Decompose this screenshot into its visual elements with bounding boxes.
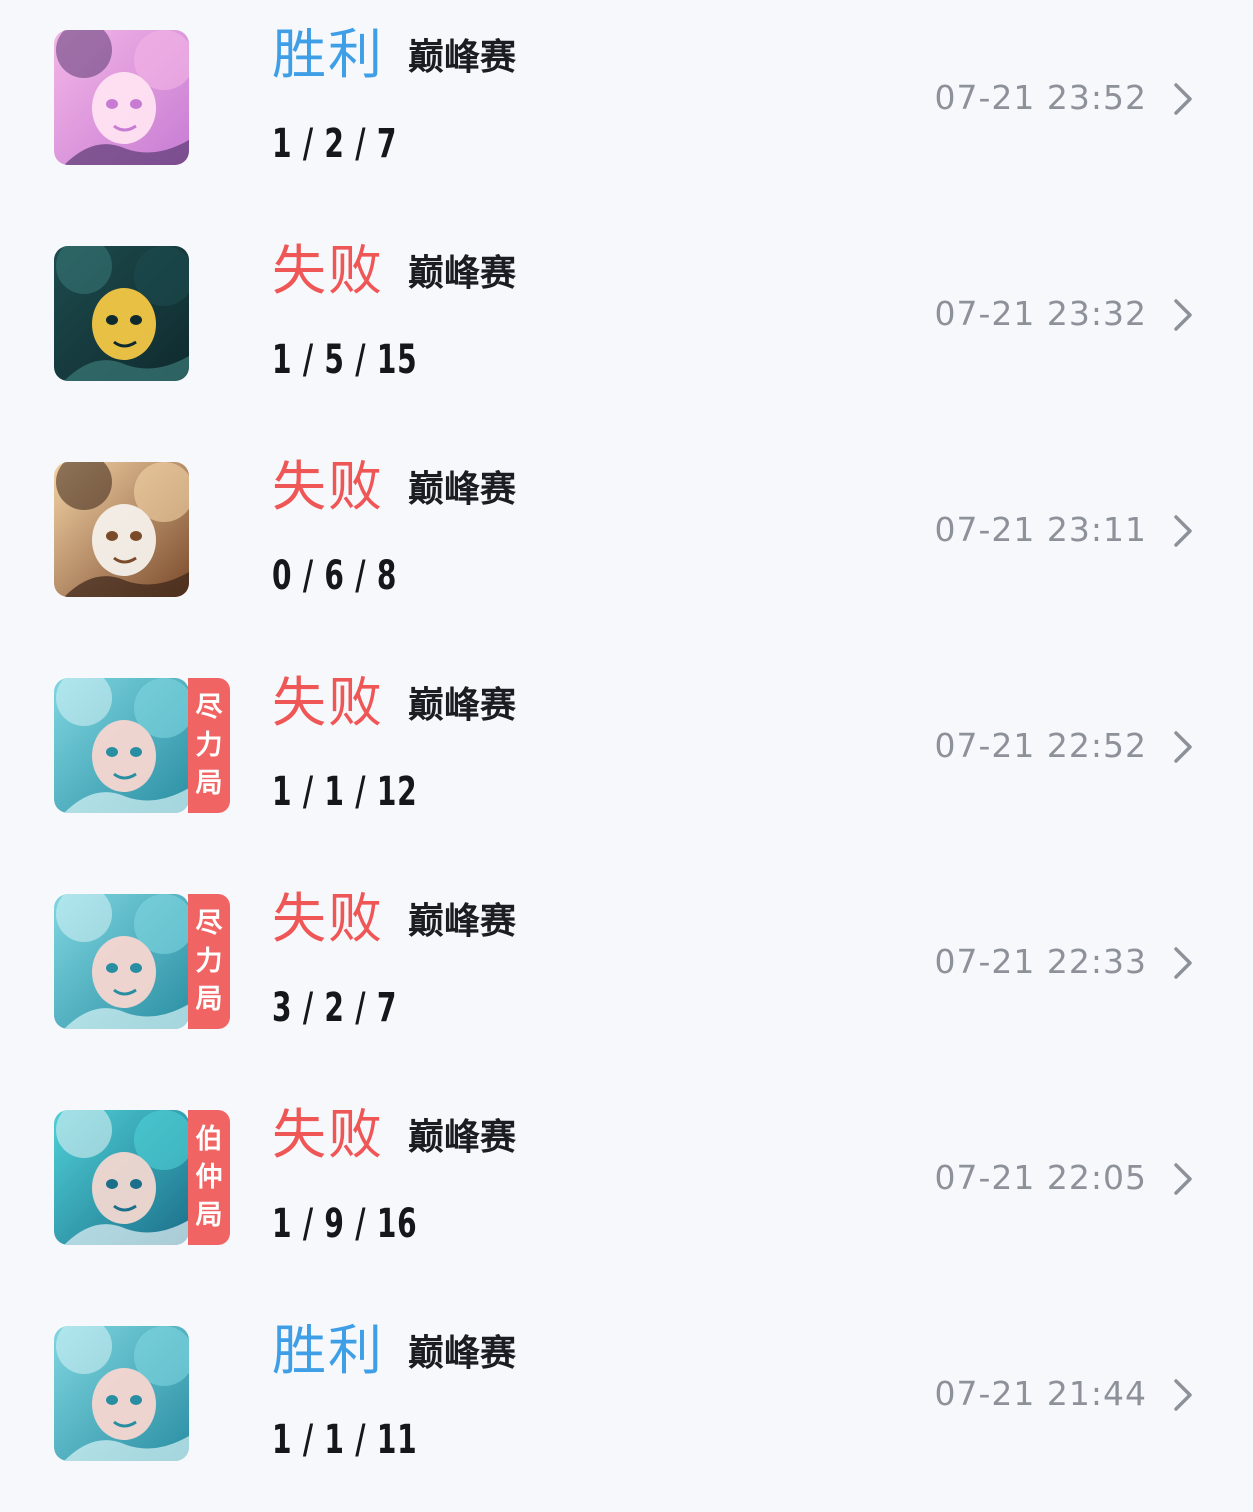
chevron-right-icon[interactable] xyxy=(1170,82,1196,116)
match-kda: 3 / 2 / 7 xyxy=(272,985,398,1031)
hero-avatar xyxy=(54,462,189,597)
match-mode: 巅峰赛 xyxy=(408,1117,517,1158)
match-badge: 伯仲局 xyxy=(188,1110,230,1245)
match-result: 胜利 xyxy=(272,23,384,86)
match-history-list: 胜利 巅峰赛 1 / 2 / 7 07-21 23:52 失败 巅峰赛 1 / 5 / 1… xyxy=(0,0,1253,1470)
chevron-right-icon[interactable] xyxy=(1170,730,1196,764)
hero-avatar xyxy=(54,678,189,813)
match-mode: 巅峰赛 xyxy=(408,1333,517,1374)
hero-avatar xyxy=(54,1326,189,1461)
match-result: 失败 xyxy=(272,671,384,734)
match-time: 07-21 22:52 xyxy=(934,726,1147,765)
match-mode: 巅峰赛 xyxy=(408,37,517,78)
chevron-right-icon[interactable] xyxy=(1170,514,1196,548)
hero-avatar xyxy=(54,894,189,1029)
chevron-right-icon[interactable] xyxy=(1170,946,1196,980)
match-time: 07-21 21:44 xyxy=(934,1374,1147,1413)
badge-char: 仲 xyxy=(195,1161,223,1193)
match-result: 失败 xyxy=(272,239,384,302)
hero-avatar xyxy=(54,30,189,165)
match-result: 失败 xyxy=(272,455,384,518)
match-time: 07-21 22:33 xyxy=(934,942,1147,981)
chevron-right-icon[interactable] xyxy=(1170,1378,1196,1412)
match-row[interactable]: 胜利 巅峰赛 1 / 1 / 11 07-21 21:44 xyxy=(0,1296,1253,1512)
match-badge: 尽力局 xyxy=(188,894,230,1029)
match-kda: 1 / 1 / 11 xyxy=(272,1417,418,1463)
match-mode: 巅峰赛 xyxy=(408,253,517,294)
match-kda: 1 / 1 / 12 xyxy=(272,769,418,815)
badge-char: 局 xyxy=(195,1199,223,1231)
match-row[interactable]: 胜利 巅峰赛 1 / 2 / 7 07-21 23:52 xyxy=(0,0,1253,216)
match-mode: 巅峰赛 xyxy=(408,685,517,726)
match-kda: 0 / 6 / 8 xyxy=(272,553,398,599)
badge-char: 伯 xyxy=(195,1123,223,1155)
badge-char: 尽 xyxy=(195,907,223,939)
match-time: 07-21 23:11 xyxy=(934,510,1147,549)
match-badge: 尽力局 xyxy=(188,678,230,813)
badge-char: 力 xyxy=(195,945,223,977)
match-result: 胜利 xyxy=(272,1319,384,1382)
chevron-right-icon[interactable] xyxy=(1170,1162,1196,1196)
match-row[interactable]: 伯仲局失败 巅峰赛 1 / 9 / 16 07-21 22:05 xyxy=(0,1080,1253,1296)
match-row[interactable]: 尽力局失败 巅峰赛 1 / 1 / 12 07-21 22:52 xyxy=(0,648,1253,864)
badge-char: 局 xyxy=(195,983,223,1015)
hero-avatar xyxy=(54,1110,189,1245)
match-result: 失败 xyxy=(272,887,384,950)
match-time: 07-21 23:32 xyxy=(934,294,1147,333)
badge-char: 局 xyxy=(195,767,223,799)
match-mode: 巅峰赛 xyxy=(408,901,517,942)
match-mode: 巅峰赛 xyxy=(408,469,517,510)
match-time: 07-21 23:52 xyxy=(934,78,1147,117)
chevron-right-icon[interactable] xyxy=(1170,298,1196,332)
match-result: 失败 xyxy=(272,1103,384,1166)
badge-char: 力 xyxy=(195,729,223,761)
hero-avatar xyxy=(54,246,189,381)
match-row[interactable]: 尽力局失败 巅峰赛 3 / 2 / 7 07-21 22:33 xyxy=(0,864,1253,1080)
match-row[interactable]: 失败 巅峰赛 1 / 5 / 15 07-21 23:32 xyxy=(0,216,1253,432)
match-row[interactable]: 失败 巅峰赛 0 / 6 / 8 07-21 23:11 xyxy=(0,432,1253,648)
match-kda: 1 / 2 / 7 xyxy=(272,121,398,167)
match-kda: 1 / 9 / 16 xyxy=(272,1201,418,1247)
match-time: 07-21 22:05 xyxy=(934,1158,1147,1197)
match-kda: 1 / 5 / 15 xyxy=(272,337,418,383)
badge-char: 尽 xyxy=(195,691,223,723)
